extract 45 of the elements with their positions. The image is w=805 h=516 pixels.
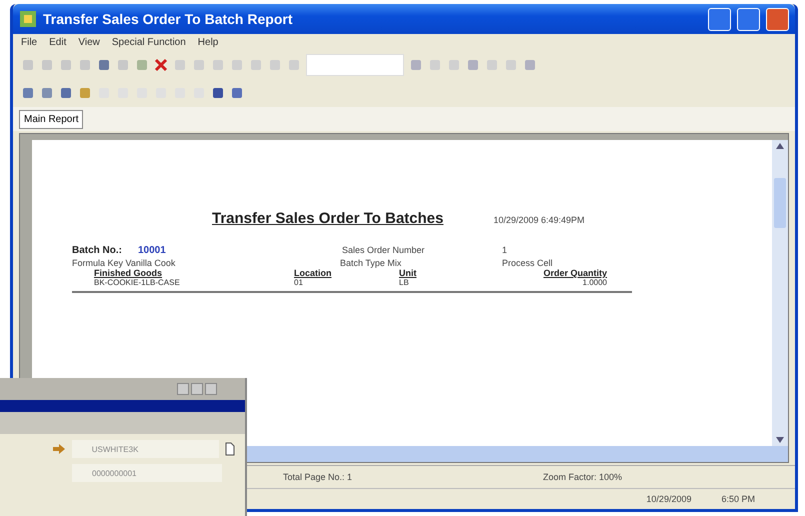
toolbar-icon[interactable] <box>466 58 480 72</box>
table-cell-text: BK-COOKIE-1LB-CASE <box>93 278 181 287</box>
input-field[interactable] <box>306 54 404 76</box>
scroll-down-icon[interactable] <box>775 436 785 444</box>
vertical-scrollbar[interactable] <box>772 140 788 446</box>
toolbar-icon[interactable] <box>409 58 423 72</box>
page-count: Total Page No.: 1 <box>283 472 354 482</box>
tab[interactable]: Main Report <box>19 110 84 129</box>
table-cell-text: 01 <box>293 278 304 287</box>
minimize-button[interactable] <box>177 383 189 395</box>
table-cell-text: 1.0000 <box>582 278 607 287</box>
zoom-factor: Zoom Factor: 100% <box>543 472 624 482</box>
close-button[interactable] <box>205 383 217 395</box>
field-value: 10001 <box>138 245 166 256</box>
toolbar-icon[interactable] <box>135 58 149 72</box>
field-label: Formula Key Vanilla Cook <box>72 258 176 268</box>
toolbar-icon[interactable] <box>97 58 111 72</box>
field-value: 1 <box>501 245 508 256</box>
app-icon <box>19 10 37 28</box>
timestamp: 10/29/2009 6:49:49PM <box>493 215 585 225</box>
field-label: Batch Type Mix <box>339 258 402 268</box>
menu-item[interactable]: Edit <box>49 37 66 48</box>
column-header: Unit <box>398 268 418 278</box>
maximize-button[interactable] <box>191 383 203 395</box>
report-title: Transfer Sales Order To Batches <box>212 210 444 227</box>
document-icon[interactable] <box>225 442 236 456</box>
scroll-up-icon[interactable] <box>775 142 785 150</box>
field-label: Batch No.: <box>72 245 122 256</box>
status-date: 10/29/2009 <box>646 494 692 504</box>
status-time: 6:50 PM <box>721 494 755 504</box>
menu-item[interactable]: File <box>21 37 38 48</box>
delete-icon[interactable] <box>154 58 168 72</box>
menu-item[interactable]: Help <box>198 37 218 48</box>
column-header: Location <box>293 268 332 278</box>
column-header: Order Quantity <box>542 268 607 278</box>
table-cell-text: LB <box>398 278 410 287</box>
toolbar-icon[interactable] <box>523 58 537 72</box>
menu-item[interactable]: Special Function <box>112 37 186 48</box>
column-header: Finished Goods <box>93 268 164 278</box>
field-label: Sales Order Number <box>341 245 426 256</box>
field-label: Process Cell <box>501 258 554 268</box>
scroll-thumb[interactable] <box>774 178 786 228</box>
window-title: Transfer Sales Order To Batch Report <box>43 11 294 27</box>
arrow-icon <box>52 443 66 455</box>
menu-item[interactable]: View <box>78 37 100 48</box>
